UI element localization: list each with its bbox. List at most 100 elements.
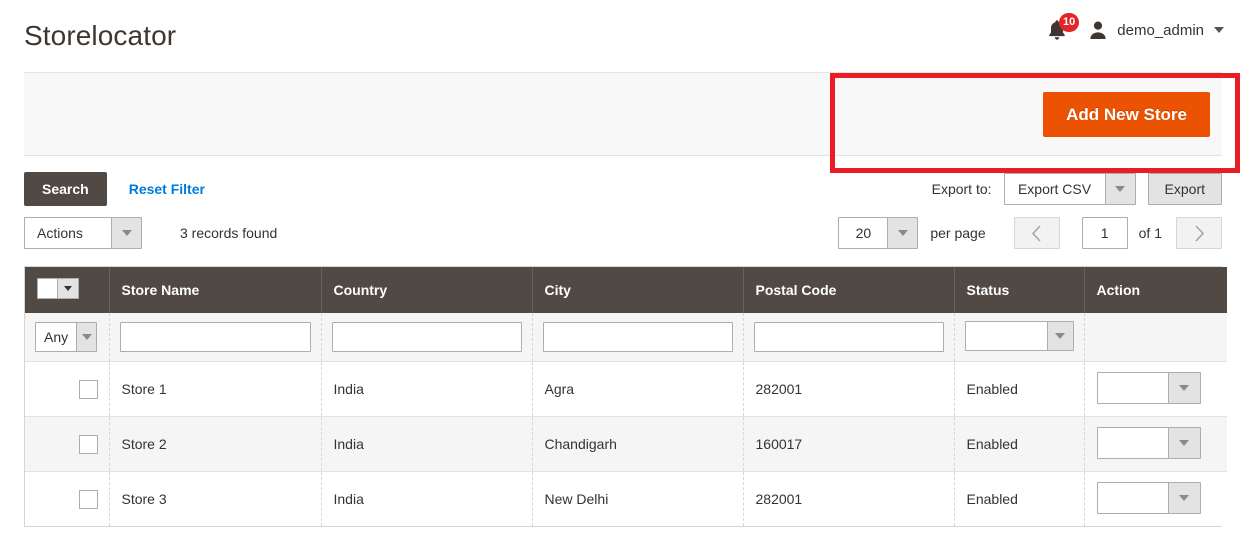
row-action-select[interactable]	[1096, 372, 1201, 404]
column-header-city[interactable]: City	[532, 267, 744, 313]
column-header-select-all[interactable]	[25, 267, 110, 313]
store-grid: Store Name Country City Postal Code Stat…	[24, 266, 1227, 527]
filter-postal-code-input[interactable]	[753, 322, 944, 352]
column-header-postal-code[interactable]: Postal Code	[743, 267, 955, 313]
filter-cell-mass-select: Any	[25, 313, 110, 362]
chevron-left-icon	[1032, 224, 1041, 242]
cell-city: Agra	[532, 361, 744, 417]
filter-mass-select[interactable]: Any	[35, 322, 97, 352]
table-row[interactable]: Store 3 India New Delhi 282001 Enabled	[25, 471, 1227, 526]
cell-status: Enabled	[954, 471, 1085, 526]
chevron-down-icon	[1167, 373, 1200, 403]
page-header: Storelocator 10 demo_admin	[0, 0, 1246, 72]
reset-filter-link[interactable]: Reset Filter	[129, 181, 205, 197]
chevron-down-icon	[1104, 174, 1135, 204]
export-button[interactable]: Export	[1147, 173, 1222, 205]
user-name-label: demo_admin	[1117, 21, 1204, 39]
cell-postal-code: 282001	[743, 361, 955, 417]
row-action-value	[1098, 428, 1168, 458]
row-checkbox[interactable]	[79, 434, 98, 454]
grid-toolbar: Search Reset Filter Export to: Export CS…	[24, 156, 1222, 252]
export-to-label: Export to:	[931, 181, 992, 197]
per-page-select[interactable]: 20	[838, 217, 919, 249]
cell-store-name: Store 3	[109, 471, 322, 526]
toolbar-row-search: Search Reset Filter Export to: Export CS…	[24, 170, 1222, 208]
filter-cell-country	[321, 313, 533, 362]
records-found-label: 3 records found	[180, 225, 278, 241]
grid-header-row: Store Name Country City Postal Code Stat…	[25, 267, 1227, 313]
row-checkbox[interactable]	[79, 379, 98, 399]
add-new-store-button[interactable]: Add New Store	[1043, 91, 1210, 137]
export-format-select[interactable]: Export CSV	[1003, 173, 1136, 205]
chevron-down-icon	[1167, 483, 1200, 513]
row-checkbox[interactable]	[79, 489, 98, 509]
cell-country: India	[321, 361, 533, 417]
mass-actions-value: Actions	[37, 225, 83, 241]
table-row[interactable]: Store 2 India Chandigarh 160017 Enabled	[25, 416, 1227, 472]
row-action-value	[1098, 373, 1168, 403]
chevron-down-icon	[887, 218, 918, 248]
cell-store-name: Store 1	[109, 361, 322, 417]
filter-country-input[interactable]	[331, 322, 522, 352]
cell-country: India	[321, 471, 533, 526]
page-title: Storelocator	[24, 20, 177, 51]
chevron-down-icon[interactable]	[58, 278, 79, 299]
filter-store-name-input[interactable]	[119, 322, 311, 352]
cell-postal-code: 160017	[743, 416, 955, 472]
filter-status-value	[966, 322, 1047, 350]
column-header-status[interactable]: Status	[954, 267, 1085, 313]
cell-city: Chandigarh	[532, 416, 744, 472]
chevron-down-icon	[111, 218, 141, 248]
user-avatar-icon	[1088, 20, 1108, 40]
total-pages-label: of 1	[1138, 225, 1162, 241]
filter-city-input[interactable]	[542, 322, 733, 352]
notification-count-badge: 10	[1059, 13, 1080, 32]
chevron-down-icon	[1167, 428, 1200, 458]
select-all-control[interactable]	[37, 278, 79, 299]
column-header-country[interactable]: Country	[321, 267, 533, 313]
row-action-value	[1098, 483, 1168, 513]
toolbar-row-actions: Actions 3 records found 20 per page of 1	[24, 214, 1222, 252]
cell-action	[1084, 471, 1227, 526]
next-page-button[interactable]	[1176, 217, 1222, 249]
export-format-value: Export CSV	[1017, 181, 1092, 197]
column-header-store-name[interactable]: Store Name	[109, 267, 322, 313]
cell-action	[1084, 416, 1227, 472]
cell-status: Enabled	[954, 361, 1085, 417]
search-button[interactable]: Search	[24, 171, 107, 207]
caret-down-icon	[1214, 27, 1224, 33]
filter-cell-action	[1084, 313, 1227, 362]
per-page-value: 20	[855, 225, 872, 241]
chevron-right-icon	[1194, 224, 1204, 242]
row-select-cell	[25, 361, 110, 417]
chevron-down-icon	[76, 323, 96, 351]
chevron-down-icon	[1046, 322, 1073, 350]
table-row[interactable]: Store 1 India Agra 282001 Enabled	[25, 361, 1227, 417]
filter-cell-store-name	[109, 313, 322, 362]
filter-cell-city	[532, 313, 744, 362]
page-actions-bar: Add New Store	[24, 72, 1222, 156]
cell-store-name: Store 2	[109, 416, 322, 472]
export-controls: Export to: Export CSV Export	[932, 173, 1222, 205]
row-select-cell	[25, 471, 110, 526]
user-menu[interactable]: demo_admin	[1088, 20, 1224, 40]
grid-filter-row: Any	[25, 313, 1227, 362]
notifications-button[interactable]: 10	[1044, 13, 1080, 44]
page-number-input[interactable]	[1081, 217, 1128, 249]
cell-postal-code: 282001	[743, 471, 955, 526]
mass-actions-select[interactable]: Actions	[24, 217, 142, 249]
row-action-select[interactable]	[1096, 427, 1201, 459]
filter-cell-postal-code	[743, 313, 955, 362]
row-action-select[interactable]	[1096, 482, 1201, 514]
pagination-controls: 20 per page of 1	[838, 217, 1222, 249]
per-page-label: per page	[930, 225, 986, 241]
header-controls: 10 demo_admin	[1044, 13, 1224, 44]
column-header-action: Action	[1084, 267, 1227, 313]
filter-mass-select-value: Any	[44, 329, 69, 345]
previous-page-button[interactable]	[1013, 217, 1060, 249]
cell-status: Enabled	[954, 416, 1085, 472]
filter-status-select[interactable]	[964, 321, 1074, 351]
cell-action	[1084, 361, 1227, 417]
cell-country: India	[321, 416, 533, 472]
select-all-checkbox[interactable]	[37, 278, 58, 299]
